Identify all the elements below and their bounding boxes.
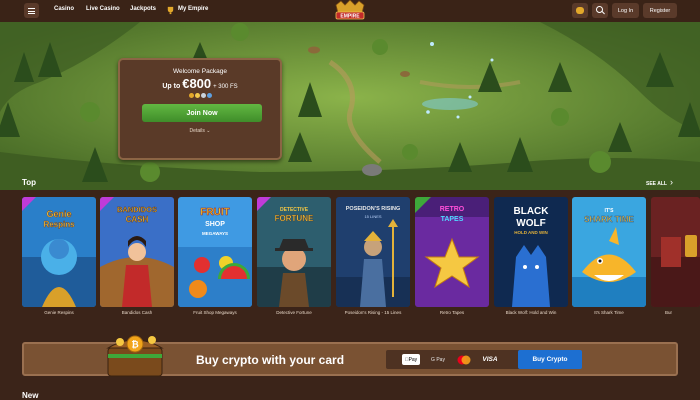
details-link[interactable]: Details ⌄ [120, 128, 280, 134]
login-button[interactable]: Log In [612, 3, 639, 18]
svg-text:BLACK: BLACK [514, 206, 550, 217]
apple-pay-icon: Pay [402, 354, 420, 365]
svg-text:TAPES: TAPES [441, 216, 464, 223]
payment-dot-icon [194, 93, 200, 98]
svg-text:HOLD AND WIN: HOLD AND WIN [514, 230, 548, 235]
coin-icon[interactable] [572, 3, 588, 18]
chevron-down-icon: ⌄ [206, 128, 211, 134]
payment-dot-icon [206, 93, 212, 98]
welcome-package-panel: Welcome Package Up to €800 + 300 FS Join… [118, 58, 282, 160]
offer-amount: €800 [182, 76, 212, 91]
svg-text:SHARK TIME: SHARK TIME [584, 215, 634, 224]
game-name: Bandidos Cash [121, 310, 153, 315]
details-label[interactable]: Details [190, 128, 205, 134]
nav-jackpots[interactable]: Jackpots [130, 6, 156, 12]
nav-my-empire[interactable]: My Empire [178, 6, 208, 12]
nav-live-casino[interactable]: Live Casino [86, 6, 120, 12]
hero-banner: Welcome Package Up to €800 + 300 FS Join… [0, 22, 700, 190]
svg-text:FRUIT: FRUIT [200, 207, 229, 218]
svg-text:SHOP: SHOP [205, 221, 225, 228]
svg-text:IT'S: IT'S [605, 208, 615, 214]
svg-text:CASH: CASH [126, 215, 149, 224]
game-card-partial[interactable] [651, 197, 700, 307]
game-card-bandidos-cash[interactable]: BANDIDOS CASH [100, 197, 174, 307]
game-card-detective-fortune[interactable]: DETECTIVE FORTUNE [257, 197, 331, 307]
buy-crypto-text: Buy crypto with your card [196, 353, 345, 367]
welcome-title: Welcome Package [172, 68, 228, 75]
buy-crypto-banner: ₿ Buy crypto with your card Pay G Pay V… [22, 335, 678, 377]
top-navigation-bar: Casino Live Casino Jackpots My Empire EM… [0, 0, 700, 22]
treasure-chest-icon: ₿ [106, 335, 164, 377]
game-name: Black Wolf: Hold and Win [505, 310, 557, 315]
google-pay-icon: G Pay [431, 356, 445, 363]
svg-text:RETRO: RETRO [440, 206, 465, 213]
game-name: Detective Fortune [276, 310, 312, 315]
trophy-icon [167, 6, 174, 15]
svg-text:Respins: Respins [43, 220, 75, 229]
game-name: Genie Respins [44, 310, 74, 315]
payment-icons [120, 93, 280, 98]
forest-background [0, 22, 700, 190]
game-name: It's Shark Time [594, 310, 624, 315]
section-title-new: New [22, 391, 39, 400]
svg-text:WOLF: WOLF [516, 218, 545, 229]
game-card-black-wolf[interactable]: BLACK WOLF HOLD AND WIN [494, 197, 568, 307]
section-title-top: Top [22, 178, 37, 187]
svg-text:₿: ₿ [131, 340, 138, 350]
payment-dot-icon [200, 93, 206, 98]
game-card-fruit-shop-megaways[interactable]: FRUIT SHOP MEGAWAYS [178, 197, 252, 307]
payment-methods: Pay G Pay VISA [386, 350, 538, 369]
mastercard-icon [456, 354, 472, 365]
game-card-poseidons-rising[interactable]: POSEIDON'S RISING 15 LINES [336, 197, 410, 307]
buy-crypto-button[interactable]: Buy Crypto [518, 350, 582, 369]
visa-icon: VISA [482, 356, 498, 363]
nav-casino[interactable]: Casino [54, 6, 74, 12]
hamburger-menu-icon[interactable] [24, 3, 39, 18]
game-card-retro-tapes[interactable]: RETRO TAPES [415, 197, 489, 307]
svg-text:POSEIDON'S RISING: POSEIDON'S RISING [346, 206, 400, 212]
svg-text:MEGAWAYS: MEGAWAYS [202, 231, 228, 236]
offer-prefix: Up to [162, 83, 181, 90]
apple-pay-label: Pay [406, 356, 418, 363]
svg-text:Genie: Genie [46, 209, 71, 219]
payment-dot-icon [188, 93, 194, 98]
register-button[interactable]: Register [643, 3, 677, 18]
svg-text:BANDIDOS: BANDIDOS [117, 205, 157, 214]
join-now-button[interactable]: Join Now [142, 104, 262, 122]
svg-text:15 LINES: 15 LINES [364, 214, 381, 219]
game-card-its-shark-time[interactable]: IT'S SHARK TIME [572, 197, 646, 307]
chevron-right-icon[interactable]: › [670, 177, 673, 187]
welcome-offer: Up to €800 + 300 FS [120, 76, 280, 91]
svg-text:DETECTIVE: DETECTIVE [280, 207, 309, 213]
game-name: Bur [665, 310, 673, 315]
search-icon[interactable] [592, 3, 608, 18]
game-name: Retro Tapes [439, 310, 465, 315]
svg-text:FORTUNE: FORTUNE [275, 214, 314, 223]
see-all-link[interactable]: SEE ALL [646, 181, 667, 187]
game-card-genie-respins[interactable]: Genie Respins [22, 197, 96, 307]
game-name: Poseidon's Rising - 15 Lines [344, 310, 402, 315]
logo-text: EMPIRE [340, 14, 360, 20]
game-name: Fruit Shop Megaways [193, 310, 237, 315]
offer-suffix: + 300 FS [213, 84, 238, 90]
empire-logo[interactable]: EMPIRE [332, 0, 368, 21]
